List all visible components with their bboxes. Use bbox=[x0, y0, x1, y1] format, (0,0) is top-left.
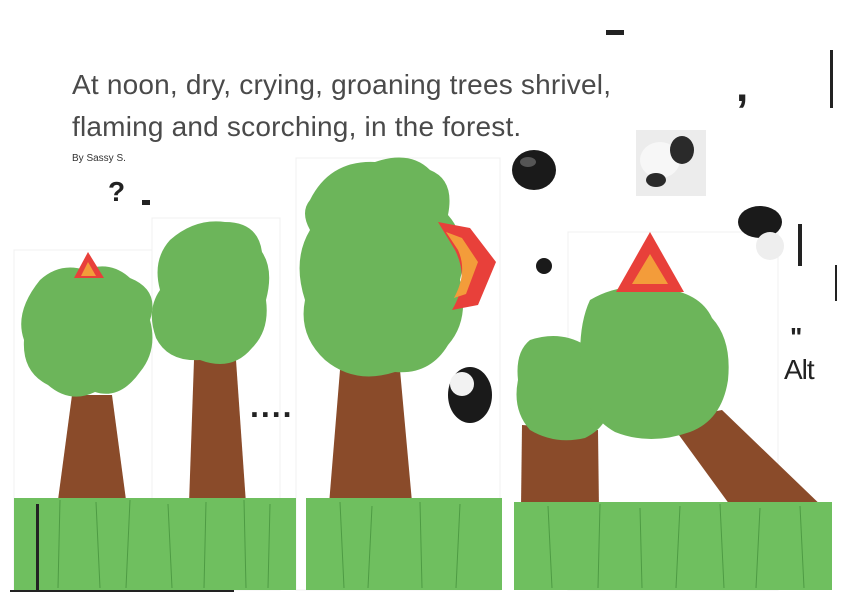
grass-3 bbox=[514, 502, 832, 590]
stray-bar bbox=[10, 590, 234, 592]
crown-2 bbox=[151, 221, 270, 364]
crown-3 bbox=[299, 157, 464, 377]
grass-1 bbox=[14, 498, 296, 590]
stray-comma: , bbox=[736, 62, 749, 111]
stray-dot bbox=[536, 258, 552, 274]
stray-bar bbox=[36, 504, 39, 590]
grass-2 bbox=[306, 498, 502, 590]
smoke-tissue-icon bbox=[512, 150, 556, 190]
smoke-tissue-icon bbox=[448, 367, 492, 423]
stray-bar bbox=[142, 200, 150, 205]
collage-artwork bbox=[10, 30, 837, 592]
stray-alt: Alt bbox=[784, 354, 815, 385]
stray-dash bbox=[606, 30, 624, 35]
crown-1 bbox=[21, 266, 153, 397]
stray-bar bbox=[798, 224, 802, 266]
stray-bar bbox=[835, 265, 837, 301]
stray-bar bbox=[830, 50, 833, 108]
stray-dots: .... bbox=[250, 388, 294, 424]
stray-question: ? bbox=[108, 176, 126, 207]
smoke-tissue-icon bbox=[636, 130, 706, 196]
crown-4b bbox=[580, 286, 729, 439]
stray-quote: " bbox=[790, 322, 803, 352]
